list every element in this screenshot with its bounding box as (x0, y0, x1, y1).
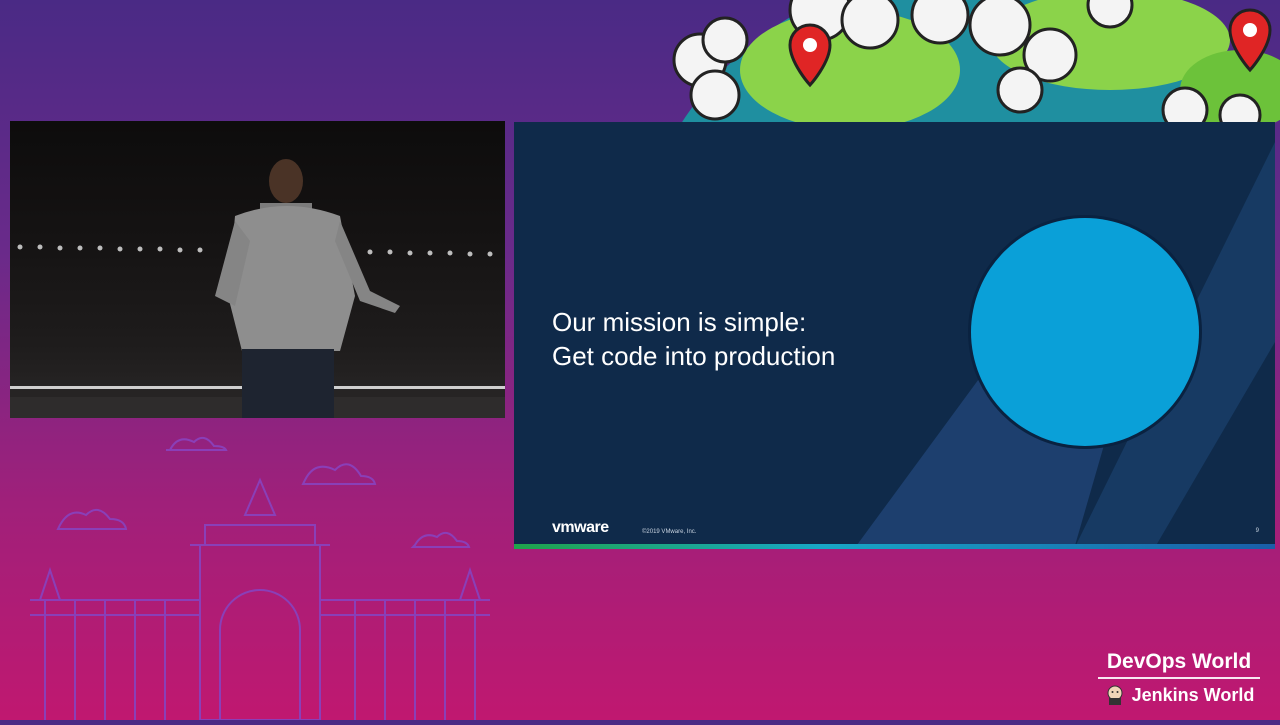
event-brand: DevOps World Jenkins World (1098, 650, 1260, 706)
slide-title: Our mission is simple: Get code into pro… (552, 305, 835, 373)
copyright-text: ©2019 VMware, Inc. (642, 529, 697, 535)
cloud-icon (56, 436, 471, 548)
presentation-slide: Our mission is simple: Get code into pro… (514, 122, 1275, 549)
slide-accent-bar (514, 544, 1275, 549)
lisbon-arch-illustration (30, 425, 490, 721)
slide-page-number: 9 (1255, 528, 1259, 534)
jenkins-icon (1107, 685, 1123, 705)
speaker-video (10, 121, 505, 418)
brand-devops-world: DevOps World (1098, 650, 1260, 679)
slide-title-line-1: Our mission is simple: (552, 307, 807, 337)
slide-title-line-2: Get code into production (552, 341, 836, 371)
globe-illustration (640, 0, 1280, 125)
vmware-logo: vmware (552, 519, 609, 536)
brand-jenkins-world: Jenkins World (1131, 684, 1255, 705)
